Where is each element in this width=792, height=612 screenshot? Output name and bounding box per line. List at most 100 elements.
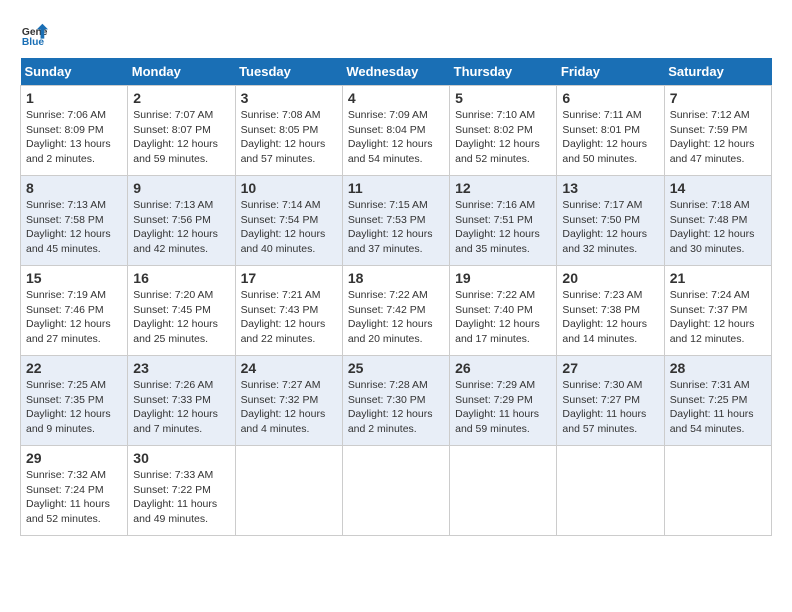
logo-icon: General Blue xyxy=(20,20,48,48)
calendar-table: SundayMondayTuesdayWednesdayThursdayFrid… xyxy=(20,58,772,536)
calendar-cell: 21 Sunrise: 7:24 AM Sunset: 7:37 PM Dayli… xyxy=(664,266,771,356)
calendar-week-5: 29 Sunrise: 7:32 AM Sunset: 7:24 PM Dayli… xyxy=(21,446,772,536)
day-number: 5 xyxy=(455,90,551,106)
day-number: 3 xyxy=(241,90,337,106)
day-number: 19 xyxy=(455,270,551,286)
day-number: 13 xyxy=(562,180,658,196)
day-number: 26 xyxy=(455,360,551,376)
calendar-cell: 17Sunrise: 7:21 AM Sunset: 7:43 PM Dayli… xyxy=(235,266,342,356)
day-info: Sunrise: 7:17 AM Sunset: 7:50 PM Dayligh… xyxy=(562,198,658,257)
calendar-cell xyxy=(557,446,664,536)
day-info: Sunrise: 7:10 AM Sunset: 8:02 PM Dayligh… xyxy=(455,108,551,167)
logo: General Blue xyxy=(20,20,52,48)
calendar-cell: 24 Sunrise: 7:27 AM Sunset: 7:32 PM Dayli… xyxy=(235,356,342,446)
day-number: 30 xyxy=(133,450,229,466)
calendar-cell: 8 Sunrise: 7:13 AM Sunset: 7:58 PM Daylig… xyxy=(21,176,128,266)
day-info: Sunrise: 7:24 AM Sunset: 7:37 PM Dayligh… xyxy=(670,288,766,347)
header-monday: Monday xyxy=(128,58,235,86)
day-number: 25 xyxy=(348,360,444,376)
calendar-week-1: 1 Sunrise: 7:06 AM Sunset: 8:09 PM Daylig… xyxy=(21,86,772,176)
day-number: 21 xyxy=(670,270,766,286)
svg-text:Blue: Blue xyxy=(22,37,45,48)
calendar-cell: 3 Sunrise: 7:08 AM Sunset: 8:05 PM Daylig… xyxy=(235,86,342,176)
calendar-cell: 1 Sunrise: 7:06 AM Sunset: 8:09 PM Daylig… xyxy=(21,86,128,176)
day-info: Sunrise: 7:32 AM Sunset: 7:24 PM Dayligh… xyxy=(26,468,122,527)
day-info: Sunrise: 7:28 AM Sunset: 7:30 PM Dayligh… xyxy=(348,378,444,437)
day-info: Sunrise: 7:21 AM Sunset: 7:43 PM Dayligh… xyxy=(241,288,337,347)
day-number: 10 xyxy=(241,180,337,196)
calendar-cell: 11 Sunrise: 7:15 AM Sunset: 7:53 PM Dayli… xyxy=(342,176,449,266)
day-number: 23 xyxy=(133,360,229,376)
calendar-week-4: 22Sunrise: 7:25 AM Sunset: 7:35 PM Dayli… xyxy=(21,356,772,446)
day-number: 29 xyxy=(26,450,122,466)
day-info: Sunrise: 7:20 AM Sunset: 7:45 PM Dayligh… xyxy=(133,288,229,347)
day-number: 28 xyxy=(670,360,766,376)
day-number: 16 xyxy=(133,270,229,286)
header-friday: Friday xyxy=(557,58,664,86)
header-thursday: Thursday xyxy=(450,58,557,86)
day-info: Sunrise: 7:09 AM Sunset: 8:04 PM Dayligh… xyxy=(348,108,444,167)
day-info: Sunrise: 7:12 AM Sunset: 7:59 PM Dayligh… xyxy=(670,108,766,167)
day-info: Sunrise: 7:16 AM Sunset: 7:51 PM Dayligh… xyxy=(455,198,551,257)
day-info: Sunrise: 7:07 AM Sunset: 8:07 PM Dayligh… xyxy=(133,108,229,167)
calendar-cell: 25 Sunrise: 7:28 AM Sunset: 7:30 PM Dayli… xyxy=(342,356,449,446)
day-info: Sunrise: 7:15 AM Sunset: 7:53 PM Dayligh… xyxy=(348,198,444,257)
calendar-cell: 27 Sunrise: 7:30 AM Sunset: 7:27 PM Dayli… xyxy=(557,356,664,446)
day-info: Sunrise: 7:13 AM Sunset: 7:58 PM Dayligh… xyxy=(26,198,122,257)
day-number: 1 xyxy=(26,90,122,106)
calendar-cell: 13 Sunrise: 7:17 AM Sunset: 7:50 PM Dayli… xyxy=(557,176,664,266)
calendar-cell: 29 Sunrise: 7:32 AM Sunset: 7:24 PM Dayli… xyxy=(21,446,128,536)
calendar-cell xyxy=(342,446,449,536)
day-info: Sunrise: 7:33 AM Sunset: 7:22 PM Dayligh… xyxy=(133,468,229,527)
day-info: Sunrise: 7:22 AM Sunset: 7:40 PM Dayligh… xyxy=(455,288,551,347)
calendar-cell: 23 Sunrise: 7:26 AM Sunset: 7:33 PM Dayli… xyxy=(128,356,235,446)
calendar-cell: 28Sunrise: 7:31 AM Sunset: 7:25 PM Dayli… xyxy=(664,356,771,446)
day-number: 27 xyxy=(562,360,658,376)
day-number: 9 xyxy=(133,180,229,196)
calendar-cell: 6Sunrise: 7:11 AM Sunset: 8:01 PM Daylig… xyxy=(557,86,664,176)
calendar-cell: 9 Sunrise: 7:13 AM Sunset: 7:56 PM Daylig… xyxy=(128,176,235,266)
calendar-cell: 22Sunrise: 7:25 AM Sunset: 7:35 PM Dayli… xyxy=(21,356,128,446)
day-info: Sunrise: 7:08 AM Sunset: 8:05 PM Dayligh… xyxy=(241,108,337,167)
calendar-cell: 30 Sunrise: 7:33 AM Sunset: 7:22 PM Dayli… xyxy=(128,446,235,536)
calendar-cell: 15 Sunrise: 7:19 AM Sunset: 7:46 PM Dayli… xyxy=(21,266,128,356)
day-number: 4 xyxy=(348,90,444,106)
calendar-cell xyxy=(235,446,342,536)
calendar-cell: 2Sunrise: 7:07 AM Sunset: 8:07 PM Daylig… xyxy=(128,86,235,176)
day-number: 18 xyxy=(348,270,444,286)
day-number: 14 xyxy=(670,180,766,196)
day-info: Sunrise: 7:11 AM Sunset: 8:01 PM Dayligh… xyxy=(562,108,658,167)
day-info: Sunrise: 7:30 AM Sunset: 7:27 PM Dayligh… xyxy=(562,378,658,437)
calendar-week-3: 15 Sunrise: 7:19 AM Sunset: 7:46 PM Dayli… xyxy=(21,266,772,356)
calendar-header-row: SundayMondayTuesdayWednesdayThursdayFrid… xyxy=(21,58,772,86)
day-info: Sunrise: 7:13 AM Sunset: 7:56 PM Dayligh… xyxy=(133,198,229,257)
day-info: Sunrise: 7:29 AM Sunset: 7:29 PM Dayligh… xyxy=(455,378,551,437)
day-info: Sunrise: 7:14 AM Sunset: 7:54 PM Dayligh… xyxy=(241,198,337,257)
calendar-week-2: 8 Sunrise: 7:13 AM Sunset: 7:58 PM Daylig… xyxy=(21,176,772,266)
day-info: Sunrise: 7:06 AM Sunset: 8:09 PM Dayligh… xyxy=(26,108,122,167)
day-number: 15 xyxy=(26,270,122,286)
day-number: 24 xyxy=(241,360,337,376)
calendar-cell: 7Sunrise: 7:12 AM Sunset: 7:59 PM Daylig… xyxy=(664,86,771,176)
calendar-cell: 16 Sunrise: 7:20 AM Sunset: 7:45 PM Dayli… xyxy=(128,266,235,356)
day-number: 8 xyxy=(26,180,122,196)
header-tuesday: Tuesday xyxy=(235,58,342,86)
calendar-cell: 19 Sunrise: 7:22 AM Sunset: 7:40 PM Dayli… xyxy=(450,266,557,356)
day-info: Sunrise: 7:18 AM Sunset: 7:48 PM Dayligh… xyxy=(670,198,766,257)
calendar-cell xyxy=(664,446,771,536)
header-wednesday: Wednesday xyxy=(342,58,449,86)
calendar-cell: 14 Sunrise: 7:18 AM Sunset: 7:48 PM Dayli… xyxy=(664,176,771,266)
day-info: Sunrise: 7:23 AM Sunset: 7:38 PM Dayligh… xyxy=(562,288,658,347)
day-number: 12 xyxy=(455,180,551,196)
calendar-cell: 10 Sunrise: 7:14 AM Sunset: 7:54 PM Dayli… xyxy=(235,176,342,266)
day-info: Sunrise: 7:19 AM Sunset: 7:46 PM Dayligh… xyxy=(26,288,122,347)
calendar-cell xyxy=(450,446,557,536)
day-info: Sunrise: 7:26 AM Sunset: 7:33 PM Dayligh… xyxy=(133,378,229,437)
day-info: Sunrise: 7:27 AM Sunset: 7:32 PM Dayligh… xyxy=(241,378,337,437)
day-number: 22 xyxy=(26,360,122,376)
page-header: General Blue xyxy=(20,20,772,48)
header-saturday: Saturday xyxy=(664,58,771,86)
header-sunday: Sunday xyxy=(21,58,128,86)
calendar-cell: 5 Sunrise: 7:10 AM Sunset: 8:02 PM Daylig… xyxy=(450,86,557,176)
day-number: 11 xyxy=(348,180,444,196)
